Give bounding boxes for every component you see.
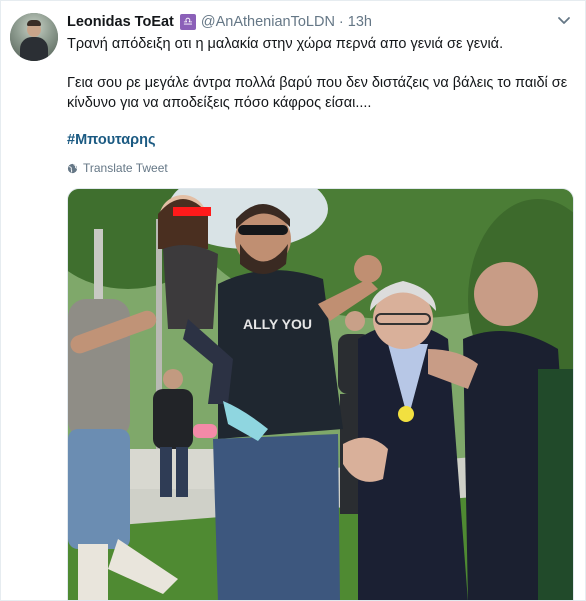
tweet-text-line-1: Τρανή απόδειξη οτι η μαλακία στην χώρα π… (67, 36, 504, 52)
avatar-body (20, 37, 48, 61)
user-avatar[interactable] (10, 13, 58, 61)
avatar-hair (27, 20, 41, 26)
tweet-text-line-2: Γεια σου ρε μεγάλε άντρα πολλά βαρύ που … (67, 75, 568, 111)
hashtag-link[interactable]: #Μπουταρης (67, 132, 156, 148)
tweet-header: Leonidas ToEat ♎ @AnAthenianToLDN · 13h (67, 12, 372, 32)
translate-tweet-label: Translate Tweet (83, 161, 168, 175)
tweet-timestamp[interactable]: 13h (348, 14, 372, 30)
translate-tweet-link[interactable]: Translate Tweet (67, 159, 168, 177)
tweet-photo[interactable]: ALLY YOU (67, 188, 574, 601)
libra-badge-icon: ♎ (179, 14, 196, 30)
author-name[interactable]: Leonidas ToEat (67, 14, 174, 30)
tweet-card[interactable]: Leonidas ToEat ♎ @AnAthenianToLDN · 13h … (0, 0, 586, 601)
author-handle[interactable]: @AnAthenianToLDN (201, 14, 335, 30)
photo-shirt-text: ALLY YOU (243, 316, 312, 332)
globe-icon (67, 163, 78, 173)
photo-scene: ALLY YOU (68, 189, 573, 600)
separator-dot: · (338, 14, 344, 30)
chevron-down-icon[interactable] (556, 14, 572, 28)
